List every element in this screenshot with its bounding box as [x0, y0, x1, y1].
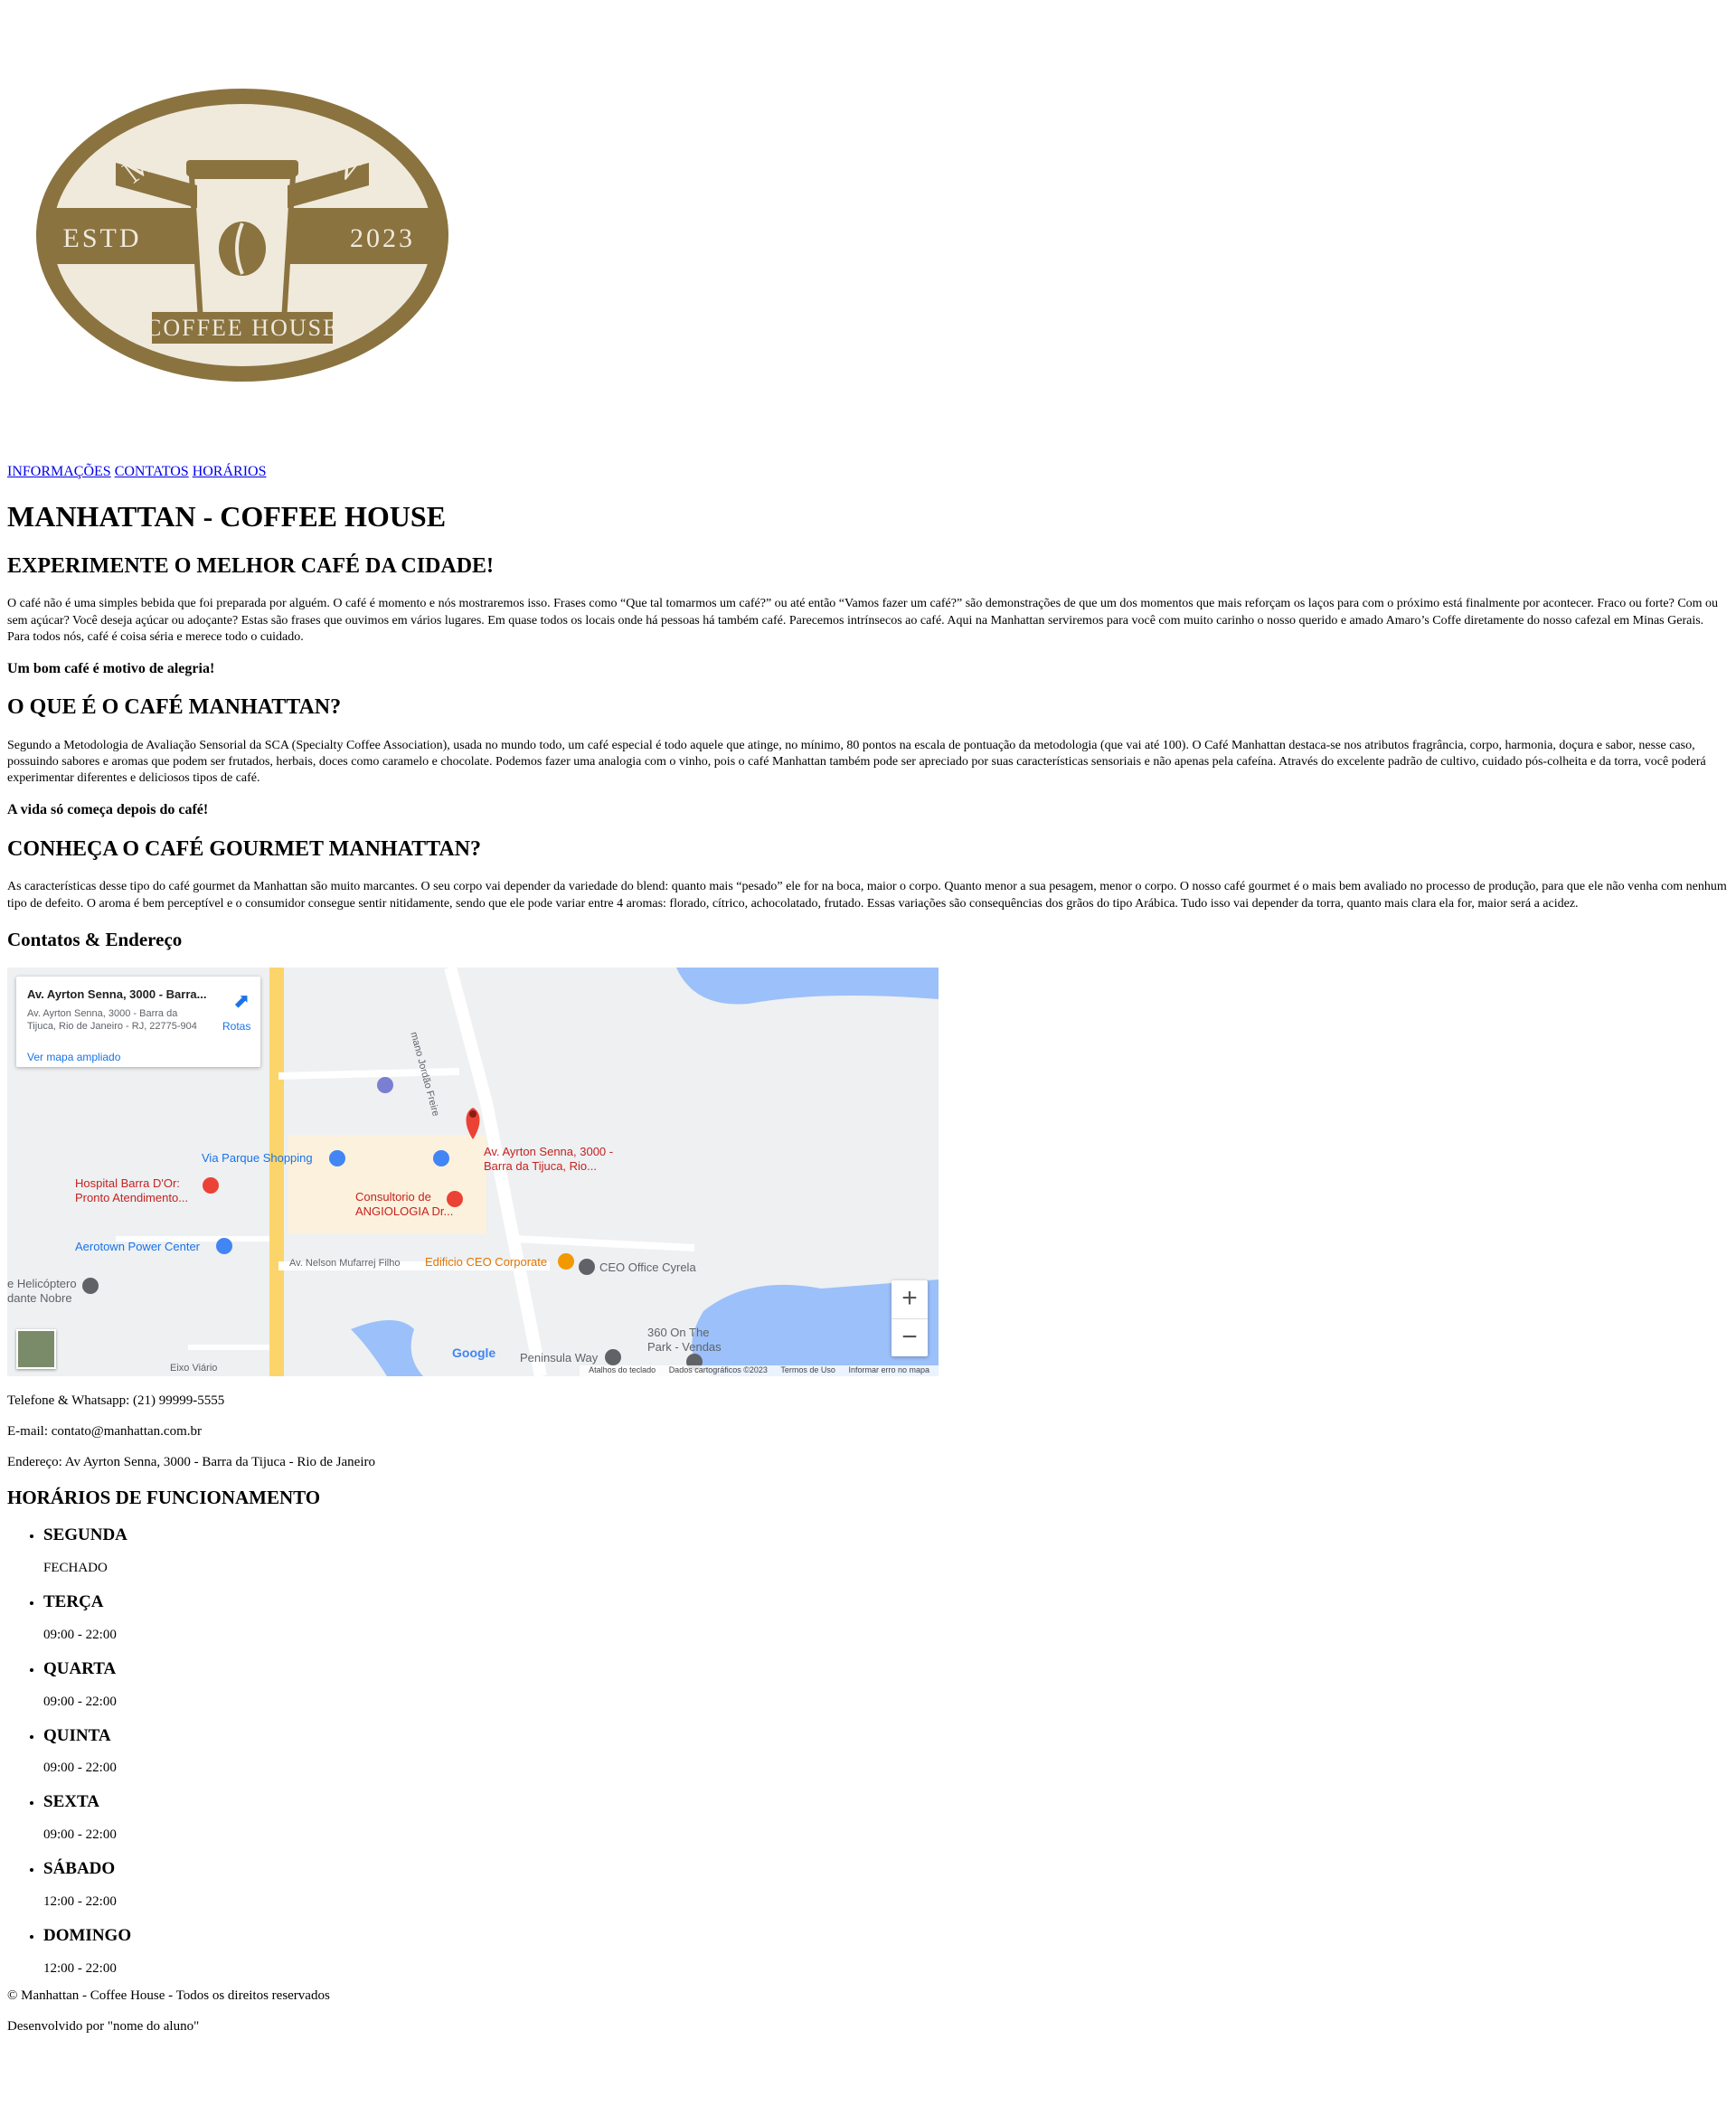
shopping-icon[interactable] — [433, 1150, 449, 1167]
contact-address: Endereço: Av Ayrton Senna, 3000 - Barra … — [7, 1455, 376, 1470]
hours-day: TERÇA — [43, 1592, 104, 1612]
street-view-thumbnail[interactable] — [16, 1329, 56, 1370]
place-icon[interactable] — [605, 1349, 621, 1366]
contacts-heading: Contatos & Endereço — [7, 928, 183, 950]
office-icon[interactable] — [579, 1259, 595, 1276]
list-item: DOMINGO 12:00 - 22:00 — [43, 1926, 1729, 1977]
hours-list: SEGUNDA FECHADO TERÇA 09:00 - 22:00 QUAR… — [7, 1525, 1729, 1977]
hours-time: 09:00 - 22:00 — [43, 1827, 117, 1843]
hours-day: SEGUNDA — [43, 1525, 127, 1545]
map-pin-label[interactable]: Av. Ayrton Senna, 3000 - Barra da Tijuca… — [484, 1145, 619, 1173]
embedded-map[interactable]: Av. Ayrton Senna, 3000 - Barra... Av. Ay… — [7, 968, 939, 1377]
hours-time: 09:00 - 22:00 — [43, 1694, 117, 1709]
zoom-out-button[interactable]: − — [892, 1318, 928, 1357]
hours-time: 12:00 - 22:00 — [43, 1960, 117, 1976]
nav-link-informacoes[interactable]: INFORMAÇÕES — [7, 464, 111, 479]
tagline-vida: A vida só começa depois do café! — [7, 802, 209, 818]
map-card-address: Av. Ayrton Senna, 3000 - Barra da Tijuca… — [27, 1008, 197, 1033]
map-place-label[interactable]: CEO Office Cyrela — [599, 1261, 696, 1275]
map-place-label[interactable]: Peninsula Way — [520, 1351, 598, 1365]
list-item: TERÇA 09:00 - 22:00 — [43, 1592, 1729, 1643]
map-place-label[interactable]: Hospital Barra D'Or: Pronto Atendimento.… — [75, 1176, 202, 1204]
main-nav: INFORMAÇÕES CONTATOS HORÁRIOS — [7, 463, 1729, 480]
hospital-icon[interactable] — [203, 1177, 219, 1194]
shopping-icon[interactable] — [329, 1150, 345, 1167]
hours-day: SÁBADO — [43, 1859, 116, 1879]
contact-phone: Telefone & Whatsapp: (21) 99999-5555 — [7, 1393, 225, 1409]
restaurant-icon[interactable] — [558, 1253, 574, 1270]
map-place-label[interactable]: Edificio CEO Corporate — [425, 1255, 547, 1270]
nav-link-contatos[interactable]: CONTATOS — [115, 464, 189, 479]
hours-time: 09:00 - 22:00 — [43, 1761, 117, 1776]
map-street-label: Av. Nelson Mufarrej Filho — [289, 1258, 401, 1270]
hours-day: QUINTA — [43, 1725, 111, 1745]
page-title: MANHATTAN - COFFEE HOUSE — [7, 500, 447, 533]
manhattan-logo: MANHATTAN ESTD 2023 COFFEE HOUSE — [36, 89, 448, 382]
section-body-o-que-e: Segundo a Metodologia de Avaliação Senso… — [7, 738, 1706, 786]
hours-time: 12:00 - 22:00 — [43, 1894, 117, 1909]
section-body-experimente: O café não é uma simples bebida que foi … — [7, 597, 1719, 644]
zoom-controls: + − — [892, 1280, 928, 1357]
section-heading-gourmet: CONHEÇA O CAFÉ GOURMET MANHATTAN? — [7, 836, 482, 861]
map-place-label[interactable]: e Helicóptero dante Nobre — [7, 1277, 89, 1305]
logo-left-text: ESTD — [63, 223, 142, 253]
map-place-label[interactable]: Consultorio de ANGIOLOGIA Dr... — [355, 1190, 455, 1218]
footer-credit: Desenvolvido por "nome do aluno" — [7, 2018, 200, 2034]
footer-copyright: © Manhattan - Coffee House - Todos os di… — [7, 1988, 330, 2003]
hours-day: DOMINGO — [43, 1926, 132, 1945]
contact-email: E-mail: contato@manhattan.com.br — [7, 1424, 202, 1440]
section-heading-experimente: EXPERIMENTE O MELHOR CAFÉ DA CIDADE! — [7, 553, 495, 578]
list-item: SEXTA 09:00 - 22:00 — [43, 1792, 1729, 1843]
logo-bottom-text: COFFEE HOUSE — [146, 315, 339, 341]
map-attribution: Atalhos do teclado Dados cartográficos ©… — [580, 1365, 939, 1377]
logo-right-text: 2023 — [350, 223, 415, 253]
map-street-label: Eixo Viário — [170, 1363, 218, 1374]
zoom-in-button[interactable]: + — [892, 1280, 928, 1318]
list-item: QUINTA 09:00 - 22:00 — [43, 1726, 1729, 1777]
hours-time: FECHADO — [43, 1561, 108, 1576]
larger-map-link[interactable]: Ver mapa ampliado — [27, 1051, 120, 1063]
directions-icon[interactable]: ⬈ — [233, 989, 250, 1013]
map-card-title: Av. Ayrton Senna, 3000 - Barra... — [27, 987, 207, 1002]
keyboard-shortcuts-link[interactable]: Atalhos do teclado — [589, 1365, 656, 1374]
map-place-label[interactable]: 360 On The Park - Vendas — [647, 1326, 729, 1354]
terms-link[interactable]: Termos de Uso — [780, 1365, 835, 1374]
parking-icon[interactable] — [377, 1077, 393, 1094]
logo-area: MANHATTAN ESTD 2023 COFFEE HOUSE — [7, 0, 1729, 463]
nav-link-horarios[interactable]: HORÁRIOS — [193, 464, 267, 479]
section-heading-o-que-e: O QUE É O CAFÉ MANHATTAN? — [7, 695, 342, 720]
hours-day: SEXTA — [43, 1792, 99, 1812]
map-place-label[interactable]: Aerotown Power Center — [75, 1240, 200, 1254]
google-logo: Google — [452, 1345, 496, 1361]
list-item: QUARTA 09:00 - 22:00 — [43, 1659, 1729, 1710]
section-body-gourmet: As características desse tipo do café go… — [7, 880, 1727, 911]
tagline-alegria: Um bom café é motivo de alegria! — [7, 660, 215, 676]
directions-link[interactable]: Rotas — [222, 1020, 250, 1033]
shopping-icon[interactable] — [216, 1238, 232, 1255]
report-error-link[interactable]: Informar erro no mapa — [848, 1365, 929, 1374]
list-item: SÁBADO 12:00 - 22:00 — [43, 1859, 1729, 1910]
hours-day: QUARTA — [43, 1658, 117, 1678]
hours-heading: HORÁRIOS DE FUNCIONAMENTO — [7, 1487, 321, 1509]
map-info-card: Av. Ayrton Senna, 3000 - Barra... Av. Ay… — [16, 977, 260, 1068]
map-place-label[interactable]: Via Parque Shopping — [202, 1151, 313, 1166]
map-data-text: Dados cartográficos ©2023 — [668, 1365, 768, 1375]
hours-time: 09:00 - 22:00 — [43, 1627, 117, 1642]
list-item: SEGUNDA FECHADO — [43, 1525, 1729, 1576]
